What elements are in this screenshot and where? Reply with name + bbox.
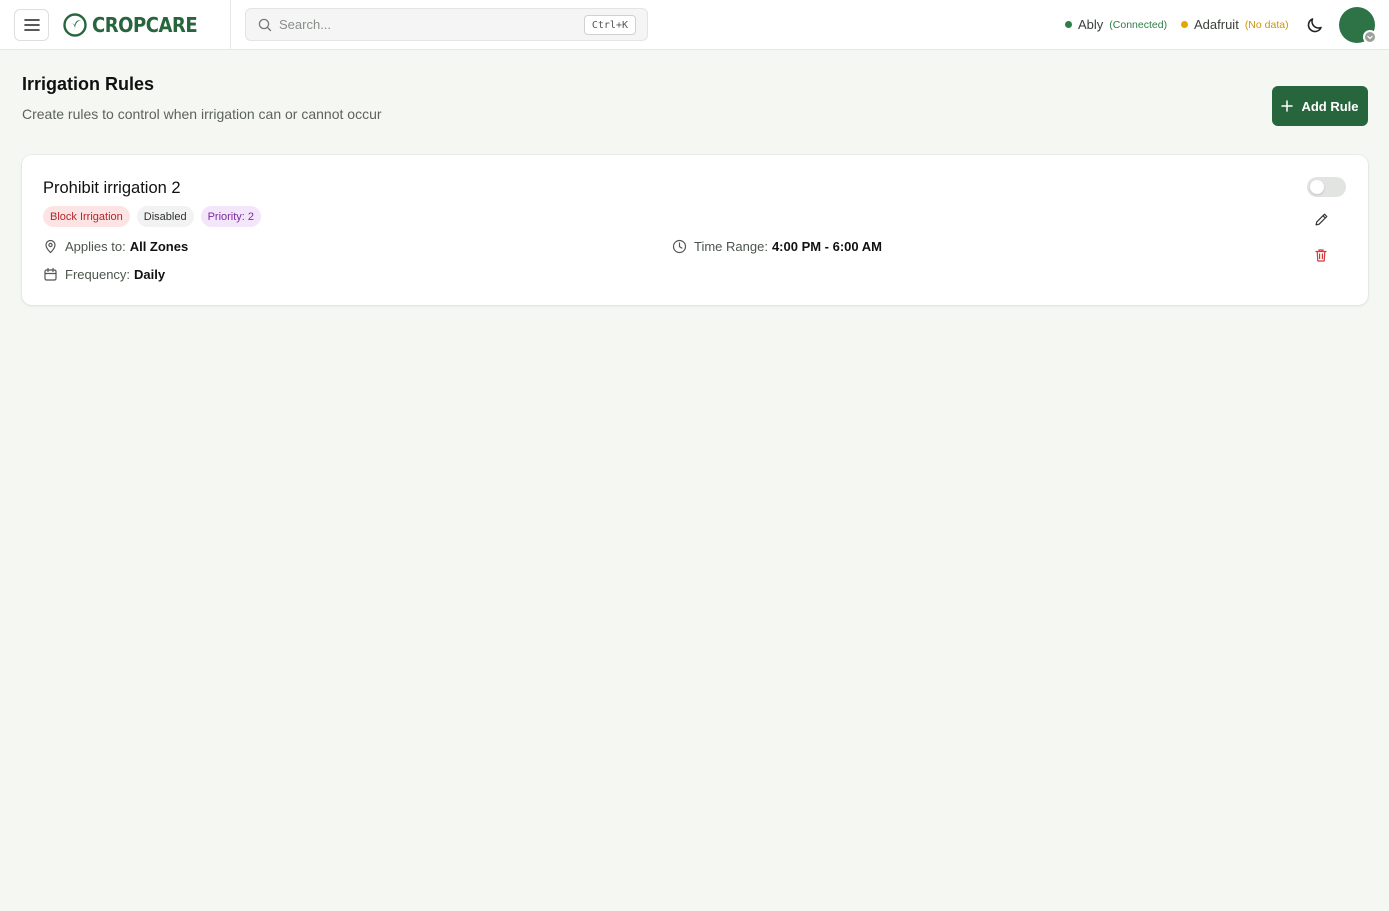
rule-enabled-toggle[interactable] <box>1307 177 1346 197</box>
rule-card: Prohibit irrigation 2 Block Irrigation D… <box>22 155 1368 305</box>
applies-to-value: All Zones <box>129 239 189 254</box>
search-shortcut: Ctrl+K <box>583 15 636 35</box>
ably-status-state: (Connected) <box>1109 18 1168 31</box>
toggle-knob <box>1310 180 1324 194</box>
applies-to-label: Applies to: <box>65 239 126 254</box>
ably-status-name: Ably <box>1078 17 1104 32</box>
calendar-icon <box>44 267 57 281</box>
rule-priority-badge: Priority: 2 <box>200 206 262 227</box>
clock-icon <box>672 239 687 254</box>
chevron-down-icon <box>1367 35 1373 40</box>
adafruit-status-dot <box>1181 21 1188 28</box>
rule-type-badge: Block Irrigation <box>43 206 130 227</box>
hamburger-icon <box>23 19 40 31</box>
brand-logo[interactable]: CROPCARE <box>62 11 209 39</box>
delete-rule-button[interactable] <box>1312 246 1330 264</box>
header-divider <box>230 0 231 50</box>
pencil-icon <box>1315 213 1327 225</box>
map-pin-icon <box>45 239 56 254</box>
page-subtitle: Create rules to control when irrigation … <box>22 106 382 122</box>
rule-status-badge: Disabled <box>136 206 194 227</box>
theme-toggle-button[interactable] <box>1305 15 1325 35</box>
adafruit-status-state: (No data) <box>1244 18 1289 31</box>
rule-applies-to: Applies to: All Zones <box>43 239 188 254</box>
ably-status-dot <box>1065 21 1072 28</box>
rule-name: Prohibit irrigation 2 <box>43 179 181 197</box>
trash-icon <box>1315 248 1327 262</box>
add-rule-label: Add Rule <box>1301 98 1359 114</box>
search-icon <box>258 18 272 31</box>
frequency-value: Daily <box>134 267 166 282</box>
rule-frequency: Frequency: Daily <box>43 267 165 282</box>
leaf-logo-icon <box>63 13 87 37</box>
rule-time-range: Time Range: 4:00 PM - 6:00 AM <box>672 239 882 254</box>
moon-icon <box>1307 18 1322 33</box>
user-avatar[interactable] <box>1339 7 1377 44</box>
search-input[interactable] <box>279 17 569 32</box>
time-range-label: Time Range: <box>694 239 768 254</box>
rule-badges: Block Irrigation Disabled Priority: 2 <box>43 206 262 227</box>
edit-rule-button[interactable] <box>1312 210 1330 228</box>
add-rule-button[interactable]: Add Rule <box>1272 86 1368 126</box>
frequency-label: Frequency: <box>65 267 131 282</box>
page-title: Irrigation Rules <box>22 74 155 94</box>
adafruit-status-name: Adafruit <box>1194 17 1239 32</box>
menu-button[interactable] <box>14 9 49 41</box>
ably-status: Ably (Connected) <box>1065 17 1167 32</box>
time-range-value: 4:00 PM - 6:00 AM <box>771 239 882 254</box>
plus-icon <box>1281 100 1294 112</box>
top-bar: CROPCARE Ctrl+K Ably (Connected) Adafrui… <box>0 0 1389 50</box>
avatar-menu-badge <box>1363 30 1377 44</box>
search-box[interactable]: Ctrl+K <box>245 8 648 41</box>
brand-name: CROPCARE <box>92 13 198 37</box>
adafruit-status: Adafruit (No data) <box>1181 17 1289 32</box>
